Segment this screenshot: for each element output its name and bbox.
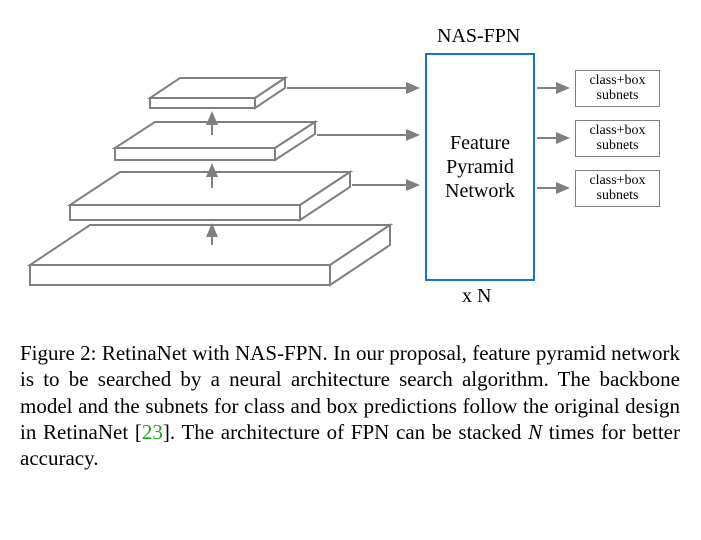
fpn-box: Feature Pyramid Network	[425, 53, 535, 281]
caption-text-2: ]. The architecture of FPN can be stacke…	[163, 420, 528, 444]
math-N: N	[528, 420, 542, 444]
subnet-line1: class+box	[578, 123, 657, 138]
subnet-line1: class+box	[578, 73, 657, 88]
subnet-line2: subnets	[578, 138, 657, 153]
figure-caption: Figure 2: RetinaNet with NAS-FPN. In our…	[20, 340, 680, 471]
backbone-layer-1	[150, 78, 285, 108]
backbone-layer-2	[115, 122, 315, 160]
subnet-box-1: class+box subnets	[575, 70, 660, 107]
backbone-layer-3	[70, 172, 350, 220]
figure-diagram: NAS-FPN Feature Pyramid Network x N clas…	[20, 20, 680, 330]
fpn-box-line1: Feature	[427, 131, 533, 155]
backbone-layer-4	[30, 225, 390, 285]
nas-fpn-title: NAS-FPN	[437, 25, 520, 48]
citation-link[interactable]: 23	[142, 420, 163, 444]
subnet-box-3: class+box subnets	[575, 170, 660, 207]
subnet-line2: subnets	[578, 88, 657, 103]
subnet-line2: subnets	[578, 188, 657, 203]
fpn-box-line3: Network	[427, 179, 533, 203]
subnet-box-2: class+box subnets	[575, 120, 660, 157]
subnet-line1: class+box	[578, 173, 657, 188]
fpn-box-line2: Pyramid	[427, 155, 533, 179]
repeat-label: x N	[462, 285, 491, 308]
